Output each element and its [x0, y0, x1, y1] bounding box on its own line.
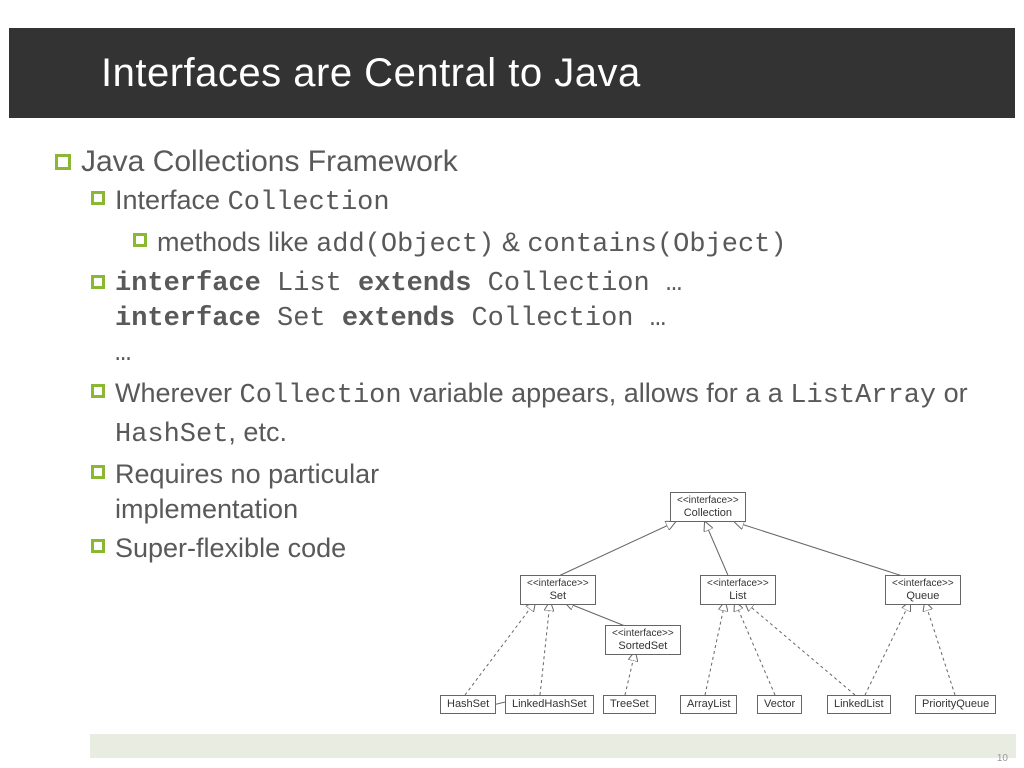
node-collection: <<interface>> Collection [670, 492, 746, 522]
slide: Interfaces are Central to Java Java Coll… [0, 0, 1024, 768]
bullet-text: Java Collections Framework [81, 145, 1004, 179]
bullet-icon [91, 539, 105, 553]
node-set: <<interface>> Set [520, 575, 596, 605]
bullet-l2-extends: interface List extends Collection … inte… [91, 267, 1004, 372]
bullet-text: interface List extends Collection … inte… [115, 267, 1004, 372]
title-bar: Interfaces are Central to Java [9, 28, 1015, 118]
bullet-l2-interface-collection: Interface Collection [91, 183, 1004, 221]
bullet-text: methods like add(Object) & contains(Obje… [157, 225, 1004, 263]
page-number: 10 [997, 753, 1008, 764]
bullet-text: Wherever Collection variable appears, al… [115, 376, 1004, 452]
node-treeset: TreeSet [603, 695, 656, 714]
node-list: <<interface>> List [700, 575, 776, 605]
bullet-l3-methods: methods like add(Object) & contains(Obje… [133, 225, 1004, 263]
bullet-l2-flexible: Super-flexible code [91, 531, 351, 566]
node-vector: Vector [757, 695, 802, 714]
node-linkedhashset: LinkedHashSet [505, 695, 594, 714]
bullet-icon [91, 191, 105, 205]
bullet-icon [91, 275, 105, 289]
node-hashset: HashSet [440, 695, 496, 714]
collections-diagram: <<interface>> Collection <<interface>> S… [435, 490, 1015, 720]
bullet-text: Interface Collection [115, 183, 1004, 221]
bullet-l2-wherever: Wherever Collection variable appears, al… [91, 376, 1004, 452]
bullet-text: Super-flexible code [115, 531, 351, 566]
bullet-l1: Java Collections Framework [55, 145, 1004, 179]
bullet-icon [55, 154, 71, 170]
node-arraylist: ArrayList [680, 695, 737, 714]
bullet-icon [91, 465, 105, 479]
node-queue: <<interface>> Queue [885, 575, 961, 605]
slide-title: Interfaces are Central to Java [101, 51, 641, 96]
bullet-icon [91, 384, 105, 398]
node-sortedset: <<interface>> SortedSet [605, 625, 681, 655]
bullet-l2-requires: Requires no particular implementation [91, 457, 451, 527]
bullet-icon [133, 233, 147, 247]
node-linkedlist: LinkedList [827, 695, 891, 714]
footer-bar [90, 734, 1016, 758]
bullet-text: Requires no particular implementation [115, 457, 451, 527]
node-priorityqueue: PriorityQueue [915, 695, 996, 714]
